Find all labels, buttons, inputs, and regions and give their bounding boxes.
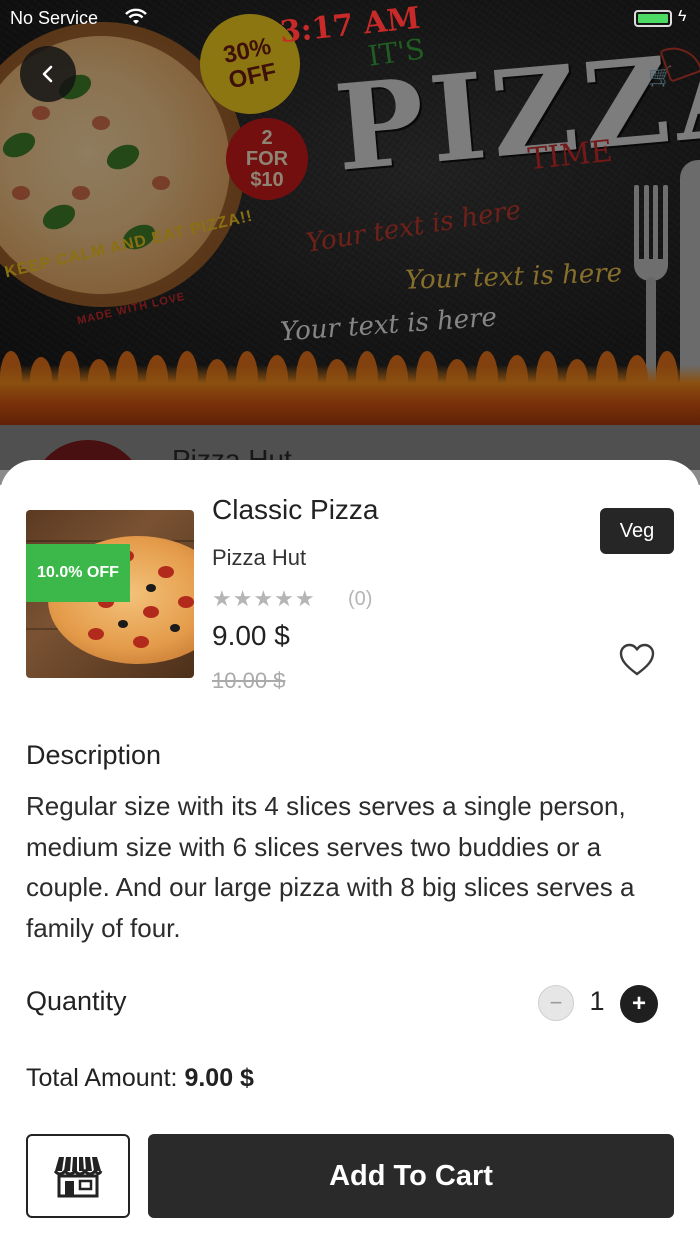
- carrier-label: No Service: [10, 8, 99, 28]
- battery-icon: [634, 10, 672, 27]
- rating-count: (0): [348, 588, 373, 610]
- wifi-icon: [125, 8, 147, 24]
- add-to-cart-button[interactable]: Add To Cart: [148, 1134, 674, 1218]
- storefront-icon: [53, 1156, 103, 1198]
- total-value: 9.00 $: [184, 1064, 254, 1092]
- diet-tag-badge: Veg: [600, 508, 674, 554]
- view-store-button[interactable]: [26, 1134, 130, 1218]
- favorite-button[interactable]: [618, 642, 656, 678]
- quantity-value: 1: [589, 986, 605, 1016]
- heart-outline-icon: [619, 643, 655, 676]
- original-price: 10.00 $: [212, 668, 286, 693]
- quantity-increase-button[interactable]: +: [620, 985, 658, 1023]
- plus-icon: +: [631, 990, 646, 1017]
- modal-backdrop[interactable]: [0, 0, 700, 470]
- total-label: Total Amount:: [26, 1064, 178, 1092]
- status-bar: No Service 3:17 AM ϟ: [0, 0, 700, 51]
- quantity-label: Quantity: [26, 986, 127, 1016]
- product-name: Classic Pizza: [212, 494, 379, 525]
- description-heading: Description: [26, 740, 162, 770]
- chevron-left-icon: [42, 65, 53, 83]
- restaurant-name: Pizza Hut: [212, 545, 307, 570]
- minus-icon: −: [549, 990, 563, 1015]
- back-button[interactable]: [20, 46, 76, 102]
- product-price: 9.00 $: [212, 620, 290, 651]
- discount-badge: 10.0% OFF: [26, 544, 130, 602]
- quantity-decrease-button[interactable]: −: [538, 985, 574, 1021]
- total-amount: Total Amount: 9.00 $: [26, 1064, 254, 1093]
- description-text: Regular size with its 4 slices serves a …: [26, 791, 635, 943]
- rating-stars: ★★★★★: [212, 586, 316, 611]
- charging-bolt-icon: ϟ: [678, 8, 687, 25]
